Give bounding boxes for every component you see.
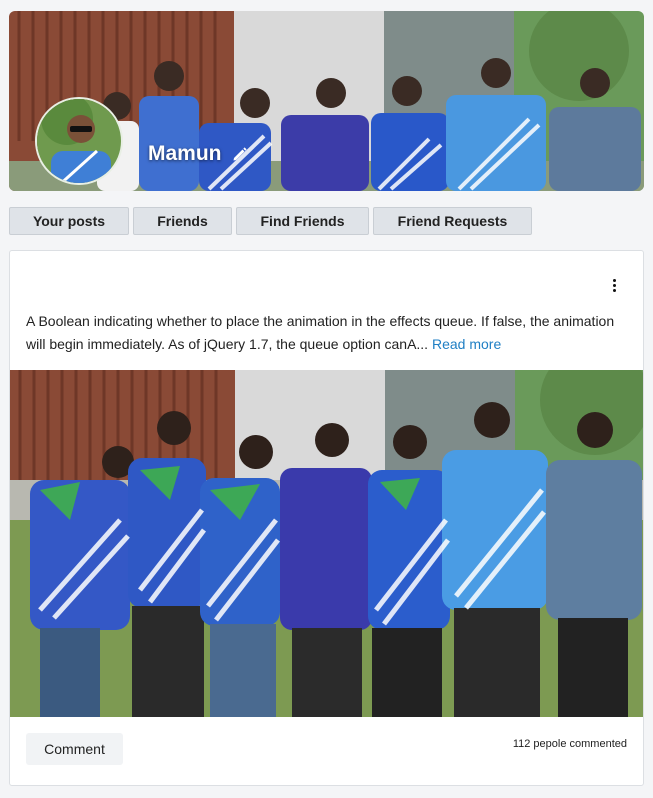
cover-photo: Mamun [9, 11, 644, 191]
post-text: A Boolean indicating whether to place th… [26, 310, 616, 356]
tab-find-friends[interactable]: Find Friends [236, 207, 369, 235]
post-card: A Boolean indicating whether to place th… [9, 250, 644, 786]
comment-button[interactable]: Comment [26, 733, 123, 765]
avatar[interactable] [35, 97, 123, 185]
tab-your-posts[interactable]: Your posts [9, 207, 129, 235]
tab-friends[interactable]: Friends [133, 207, 232, 235]
avatar-image [37, 99, 121, 183]
post-body: A Boolean indicating whether to place th… [26, 313, 615, 352]
post-photo [10, 370, 643, 717]
read-more-link[interactable]: Read more [432, 336, 501, 352]
profile-name: Mamun [148, 142, 222, 165]
tab-friend-requests[interactable]: Friend Requests [373, 207, 532, 235]
comment-count: 112 pepole commented [512, 738, 627, 750]
post-image[interactable] [10, 370, 643, 717]
pencil-icon[interactable] [232, 146, 248, 162]
profile-tabs: Your posts Friends Find Friends Friend R… [9, 207, 532, 235]
profile-name-row: Mamun [148, 142, 248, 166]
vertical-dots-icon[interactable] [609, 279, 619, 293]
